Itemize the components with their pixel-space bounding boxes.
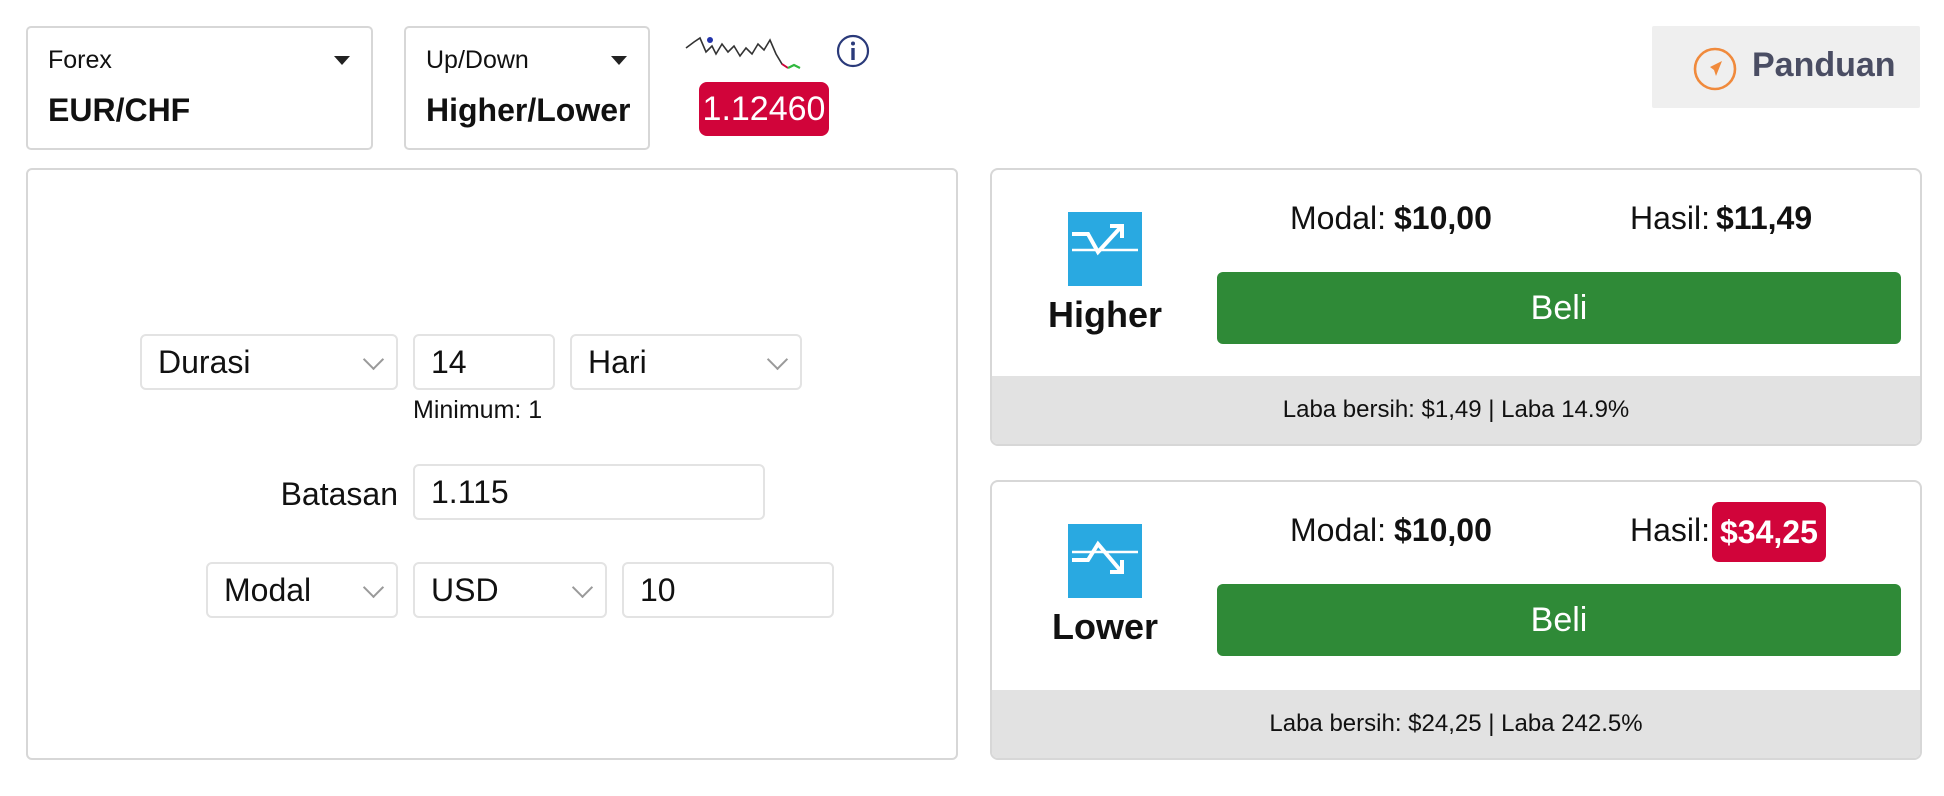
option-type-selector[interactable]: Up/Down Higher/Lower	[404, 26, 650, 150]
trend-up-icon	[1068, 212, 1142, 286]
market-pair: EUR/CHF	[48, 92, 191, 128]
currency-value: USD	[431, 572, 499, 608]
chevron-down-icon	[362, 576, 385, 599]
contract-card-higher: Higher Modal: $10,00 Hasil: $11,49 Beli …	[990, 168, 1922, 446]
profit-summary: Laba bersih: $1,49 | Laba 14.9%	[992, 376, 1920, 444]
amount-input[interactable]: 10	[622, 562, 834, 618]
barrier-label: Batasan	[280, 476, 398, 512]
duration-unit-select[interactable]: Hari	[570, 334, 802, 390]
price-sparkline	[685, 36, 801, 69]
currency-select[interactable]: USD	[413, 562, 607, 618]
direction-label: Lower	[1051, 606, 1158, 647]
chevron-down-icon	[362, 348, 385, 371]
current-price-badge: 1.12460	[699, 82, 829, 136]
duration-minimum-hint: Minimum: 1	[413, 396, 543, 424]
payout-value: $11,49	[1716, 200, 1813, 236]
stake-label: Modal:	[1290, 200, 1387, 236]
info-icon[interactable]	[835, 33, 871, 69]
chevron-down-icon	[571, 576, 594, 599]
payout-label: Hasil:	[1630, 512, 1711, 548]
option-type: Higher/Lower	[426, 92, 631, 128]
stake-value: $10,00	[1394, 512, 1492, 548]
amount-input-value: 10	[640, 572, 676, 608]
direction-label: Higher	[1047, 294, 1162, 335]
guide-button[interactable]: Panduan	[1652, 26, 1920, 108]
trend-down-icon	[1068, 524, 1142, 598]
payout-label: Hasil:	[1630, 200, 1711, 236]
profit-summary: Laba bersih: $24,25 | Laba 242.5%	[992, 690, 1920, 758]
contract-card-lower: Lower Modal: $10,00 Hasil: $34,25 Beli L…	[990, 480, 1922, 760]
guide-label: Panduan	[1752, 46, 1896, 84]
duration-type-value: Durasi	[158, 344, 251, 380]
barrier-input-value: 1.115	[431, 474, 509, 510]
chevron-down-icon	[766, 348, 789, 371]
stake-label: Modal:	[1290, 512, 1387, 548]
duration-input-value: 14	[431, 344, 467, 380]
duration-input[interactable]: 14	[413, 334, 555, 390]
amount-type-select[interactable]: Modal	[206, 562, 398, 618]
market-category: Forex	[48, 46, 112, 74]
duration-unit-value: Hari	[588, 344, 647, 380]
compass-icon	[1693, 47, 1737, 91]
payout-value-highlighted: $34,25	[1712, 502, 1826, 562]
caret-down-icon	[334, 56, 350, 65]
trade-form-panel: Durasi 14 Hari Minimum: 1 Batasan 1.115 …	[26, 168, 958, 760]
option-category: Up/Down	[426, 46, 529, 74]
buy-higher-button[interactable]: Beli	[1217, 272, 1901, 344]
barrier-input[interactable]: 1.115	[413, 464, 765, 520]
duration-type-select[interactable]: Durasi	[140, 334, 398, 390]
amount-type-value: Modal	[224, 572, 312, 608]
buy-lower-button[interactable]: Beli	[1217, 584, 1901, 656]
caret-down-icon	[611, 56, 627, 65]
stake-value: $10,00	[1394, 200, 1492, 236]
market-selector[interactable]: Forex EUR/CHF	[26, 26, 373, 150]
